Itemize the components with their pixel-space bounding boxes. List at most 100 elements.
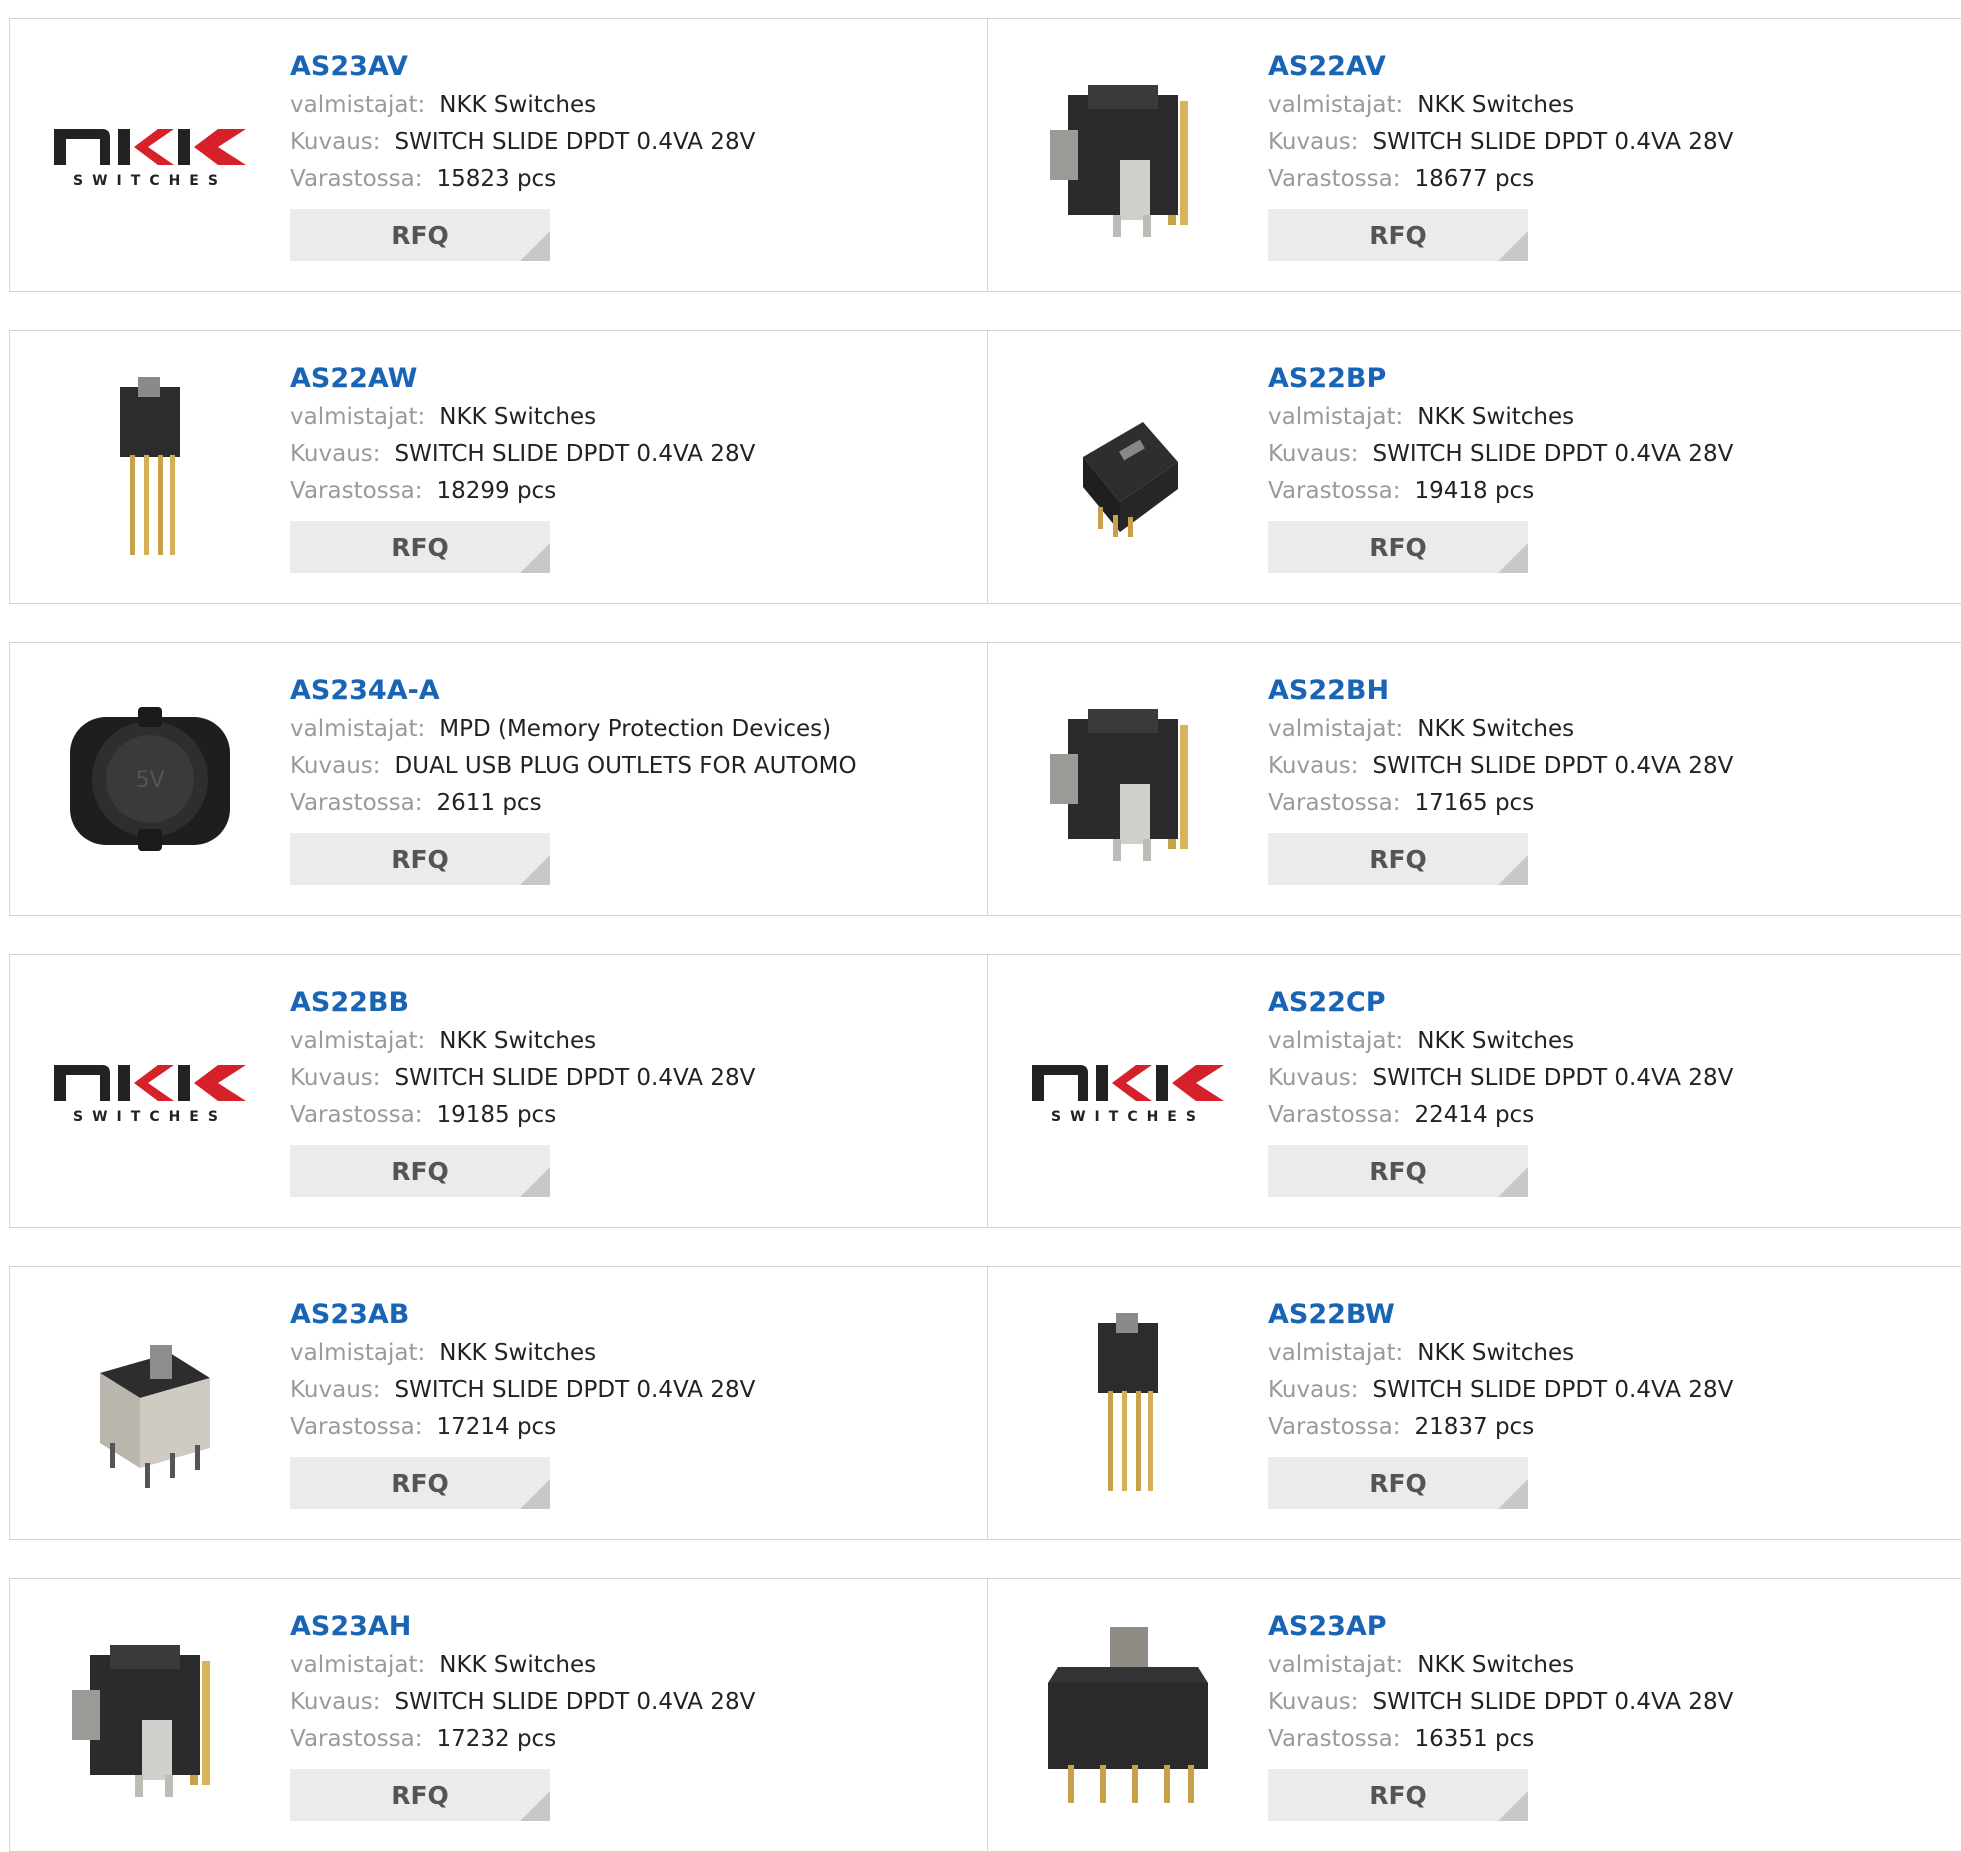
rfq-button[interactable]: RFQ [290, 209, 550, 261]
product-image[interactable] [1028, 55, 1228, 255]
product-image[interactable] [1028, 1303, 1228, 1503]
rfq-button[interactable]: RFQ [290, 1457, 550, 1509]
nkk-logo-tagline: SWITCHES [73, 173, 227, 189]
product-image[interactable]: SWITCHES [1028, 991, 1228, 1191]
product-image[interactable] [1028, 367, 1228, 567]
product-part-number-link[interactable]: AS23AV [290, 47, 950, 87]
description-value: SWITCH SLIDE DPDT 0.4VA 28V [1372, 1065, 1734, 1091]
rfq-corner-decoration [1498, 1479, 1528, 1509]
product-card: AS22AW valmistajat: NKK Switches Kuvaus: S… [10, 331, 988, 603]
stock-value: 18677 pcs [1414, 166, 1535, 192]
product-image[interactable] [1028, 679, 1228, 879]
manufacturer-value: MPD (Memory Protection Devices) [439, 716, 832, 742]
product-part-number-link[interactable]: AS22CP [1268, 983, 1928, 1023]
manufacturer-line: valmistajat: NKK Switches [290, 87, 950, 124]
description-label: Kuvaus: [290, 753, 381, 779]
manufacturer-value: NKK Switches [1417, 1028, 1575, 1054]
product-card: SWITCHES AS22CP valmistajat: NKK Switches… [988, 955, 1961, 1227]
product-part-number-link[interactable]: AS22BW [1268, 1295, 1928, 1335]
rfq-button[interactable]: RFQ [290, 521, 550, 573]
stock-label: Varastossa: [1268, 1102, 1401, 1128]
rfq-button[interactable]: RFQ [1268, 1769, 1528, 1821]
manufacturer-value: NKK Switches [1417, 1340, 1575, 1366]
rfq-button-label: RFQ [391, 220, 449, 250]
manufacturer-label: valmistajat: [290, 404, 426, 430]
stock-value: 22414 pcs [1414, 1102, 1535, 1128]
manufacturer-label: valmistajat: [290, 1652, 426, 1678]
description-line: Kuvaus: SWITCH SLIDE DPDT 0.4VA 28V [1268, 1372, 1928, 1409]
product-image[interactable] [1028, 1615, 1228, 1815]
product-part-number-link[interactable]: AS22BP [1268, 359, 1928, 399]
manufacturer-label: valmistajat: [1268, 1652, 1404, 1678]
slide-switch-image [72, 1645, 210, 1797]
product-grid: SWITCHES AS23AV valmistajat: NKK Switches… [0, 0, 1961, 1852]
product-image[interactable] [50, 367, 250, 567]
product-row: AS22AW valmistajat: NKK Switches Kuvaus: S… [9, 330, 1961, 604]
description-line: Kuvaus: SWITCH SLIDE DPDT 0.4VA 28V [290, 1684, 950, 1721]
nkk-logo-tagline: SWITCHES [73, 1109, 227, 1125]
manufacturer-value: NKK Switches [1417, 404, 1575, 430]
product-image[interactable]: SWITCHES [50, 55, 250, 255]
product-image[interactable] [50, 1615, 250, 1815]
manufacturer-line: valmistajat: NKK Switches [1268, 1023, 1928, 1060]
stock-label: Varastossa: [290, 1102, 423, 1128]
product-image[interactable]: 5V [50, 679, 250, 879]
slide-switch-image [120, 377, 180, 555]
product-part-number-link[interactable]: AS22AW [290, 359, 950, 399]
manufacturer-value: NKK Switches [439, 404, 597, 430]
rfq-button-label: RFQ [1369, 844, 1427, 874]
product-part-number-link[interactable]: AS22BB [290, 983, 950, 1023]
product-part-number-link[interactable]: AS23AB [290, 1295, 950, 1335]
product-part-number-link[interactable]: AS234A-A [290, 671, 950, 711]
product-image[interactable]: SWITCHES [50, 991, 250, 1191]
manufacturer-value: NKK Switches [439, 92, 597, 118]
nkk-logo: SWITCHES [54, 1065, 246, 1125]
description-label: Kuvaus: [1268, 1689, 1359, 1715]
rfq-corner-decoration [1498, 1167, 1528, 1197]
manufacturer-label: valmistajat: [1268, 1028, 1404, 1054]
manufacturer-line: valmistajat: NKK Switches [290, 1335, 950, 1372]
rfq-button[interactable]: RFQ [290, 833, 550, 885]
manufacturer-line: valmistajat: NKK Switches [1268, 1335, 1928, 1372]
rfq-button[interactable]: RFQ [1268, 1457, 1528, 1509]
description-label: Kuvaus: [290, 1377, 381, 1403]
stock-value: 2611 pcs [436, 790, 542, 816]
rfq-button[interactable]: RFQ [1268, 521, 1528, 573]
description-line: Kuvaus: SWITCH SLIDE DPDT 0.4VA 28V [1268, 748, 1928, 785]
stock-line: Varastossa: 22414 pcs [1268, 1097, 1928, 1134]
rfq-button[interactable]: RFQ [1268, 833, 1528, 885]
rfq-button[interactable]: RFQ [290, 1769, 550, 1821]
description-value: SWITCH SLIDE DPDT 0.4VA 28V [394, 1689, 756, 1715]
manufacturer-label: valmistajat: [290, 1340, 426, 1366]
description-label: Kuvaus: [1268, 753, 1359, 779]
rfq-corner-decoration [520, 1479, 550, 1509]
rfq-button[interactable]: RFQ [1268, 209, 1528, 261]
rfq-corner-decoration [520, 855, 550, 885]
stock-label: Varastossa: [1268, 1726, 1401, 1752]
product-part-number-link[interactable]: AS23AH [290, 1607, 950, 1647]
product-part-number-link[interactable]: AS23AP [1268, 1607, 1928, 1647]
product-card: SWITCHES AS23AV valmistajat: NKK Switches… [10, 19, 988, 291]
rfq-button[interactable]: RFQ [290, 1145, 550, 1197]
slide-switch-image [100, 1345, 210, 1488]
manufacturer-value: NKK Switches [1417, 716, 1575, 742]
description-value: SWITCH SLIDE DPDT 0.4VA 28V [394, 1377, 756, 1403]
description-value: SWITCH SLIDE DPDT 0.4VA 28V [394, 129, 756, 155]
rfq-button-label: RFQ [391, 844, 449, 874]
description-label: Kuvaus: [1268, 129, 1359, 155]
product-image[interactable] [50, 1303, 250, 1503]
rfq-button[interactable]: RFQ [1268, 1145, 1528, 1197]
product-part-number-link[interactable]: AS22AV [1268, 47, 1928, 87]
stock-label: Varastossa: [1268, 1414, 1401, 1440]
stock-value: 21837 pcs [1414, 1414, 1535, 1440]
manufacturer-label: valmistajat: [1268, 404, 1404, 430]
stock-label: Varastossa: [1268, 478, 1401, 504]
manufacturer-value: NKK Switches [439, 1340, 597, 1366]
description-line: Kuvaus: SWITCH SLIDE DPDT 0.4VA 28V [290, 1060, 950, 1097]
product-card: 5V AS234A-A valmistajat: MPD (Memory Prot… [10, 643, 988, 915]
stock-label: Varastossa: [290, 1414, 423, 1440]
description-label: Kuvaus: [1268, 1377, 1359, 1403]
manufacturer-label: valmistajat: [1268, 716, 1404, 742]
product-part-number-link[interactable]: AS22BH [1268, 671, 1928, 711]
stock-line: Varastossa: 15823 pcs [290, 161, 950, 198]
